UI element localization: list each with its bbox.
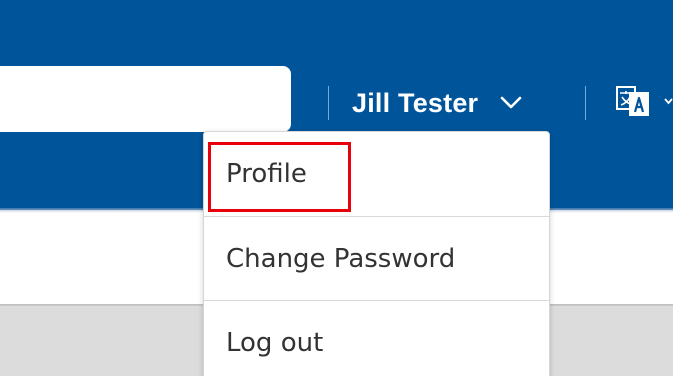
- menu-item-profile[interactable]: Profile: [204, 132, 549, 216]
- user-dropdown-menu: Profile Change Password Log out: [203, 131, 550, 376]
- translate-icon[interactable]: [616, 84, 650, 118]
- menu-item-label: Change Password: [226, 243, 456, 274]
- menu-item-label: Profile: [226, 159, 307, 189]
- user-menu-toggle[interactable]: Jill Tester: [352, 80, 522, 126]
- header-divider-right: [585, 86, 586, 120]
- menu-item-log-out[interactable]: Log out: [204, 301, 549, 376]
- menu-item-change-password[interactable]: Change Password: [204, 217, 549, 300]
- app-screen: Jill Tester Profile Change Password Log …: [0, 0, 673, 376]
- caret-down-icon[interactable]: [664, 97, 673, 105]
- user-name: Jill Tester: [352, 87, 479, 118]
- chevron-down-icon: [500, 96, 522, 109]
- search-input[interactable]: [0, 66, 291, 132]
- menu-item-label: Log out: [226, 328, 324, 358]
- header-divider-left: [328, 86, 329, 120]
